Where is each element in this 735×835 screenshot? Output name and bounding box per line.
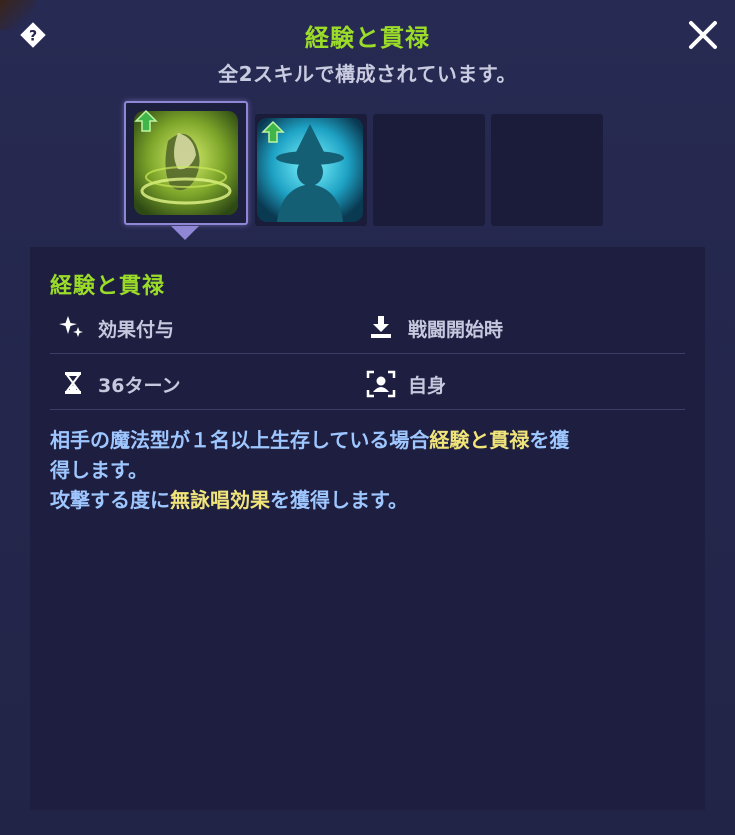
sparkle-effect-icon (59, 316, 83, 337)
hourglass-icon (65, 372, 81, 394)
skill-name: 経験と貫禄 (50, 274, 166, 299)
timing-label: 戦闘開始時 (408, 319, 504, 341)
skill-description: 相手の魔法型が１名以上生存している場合経験と貫禄を獲 得します。 攻撃する度に無… (50, 425, 690, 515)
download-timing-icon (371, 316, 391, 338)
description-text: 相手の魔法型が１名以上生存している場合 (50, 428, 430, 452)
skill-slot-2[interactable] (255, 114, 367, 226)
duration-label: 36ターン (98, 375, 181, 397)
upgrade-arrow-icon (134, 109, 158, 132)
description-highlight: 無詠唱効果 (170, 488, 270, 512)
description-line-2: 得します。 (50, 455, 690, 485)
self-target-icon (366, 370, 396, 398)
description-text: を獲 (529, 428, 570, 452)
skill-slot-1[interactable] (124, 101, 248, 225)
description-line-1: 相手の魔法型が１名以上生存している場合経験と貫禄を獲 (50, 425, 690, 455)
description-text: 得します。 (50, 458, 148, 482)
description-highlight: 経験と貫禄 (429, 428, 530, 452)
upgrade-arrow-icon (261, 120, 285, 143)
description-text: 攻撃する度に (50, 488, 170, 512)
divider (50, 409, 685, 410)
page-subtitle: 全2スキルで構成されています。 (218, 62, 517, 86)
skill-slot-4-empty (491, 114, 603, 226)
target-label: 自身 (408, 375, 447, 397)
page-title: 経験と貫禄 (305, 24, 430, 52)
effect-type-label: 効果付与 (98, 319, 175, 341)
description-text: を獲得します。 (270, 488, 408, 512)
skill-slot-3-empty (373, 114, 485, 226)
description-line-3: 攻撃する度に無詠唱効果を獲得します。 (50, 485, 690, 515)
selection-indicator (171, 226, 199, 240)
divider (50, 353, 685, 354)
